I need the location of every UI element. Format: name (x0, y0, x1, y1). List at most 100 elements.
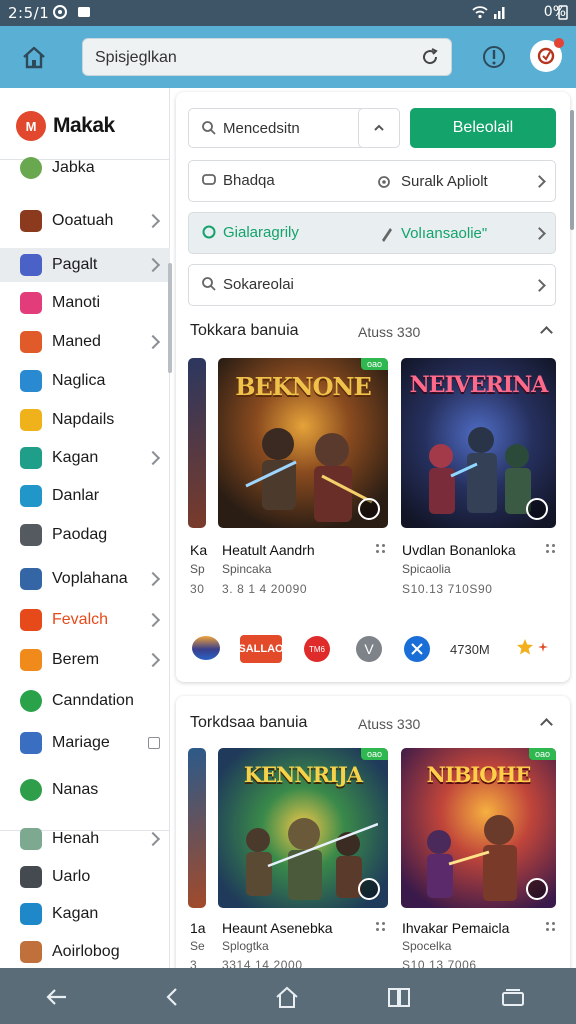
sidebar: M Makak Jabka Ooatuah Pagalt Manoti Maned Nag… (0, 88, 172, 969)
sidebar-item[interactable]: Jabka (0, 151, 170, 185)
search-button[interactable]: Beleolail (410, 108, 556, 148)
game-title: Heatult Aandrh (222, 542, 315, 558)
sidebar-item-label: Aoirlobog (52, 943, 120, 960)
profile-icon (537, 47, 555, 65)
game-title: 1a (190, 920, 206, 936)
play-icon[interactable] (526, 878, 548, 900)
clock: 2:5/1 (8, 4, 50, 22)
sidebar-item[interactable]: Danlar (0, 479, 170, 513)
player-count: 4730M (450, 642, 490, 657)
search-icon (202, 277, 216, 291)
play-icon[interactable] (526, 498, 548, 520)
chevron-right-icon (533, 175, 546, 188)
more-options-icon[interactable] (376, 922, 386, 932)
search-input-text: Mencedsitn (223, 120, 300, 137)
sidebar-item[interactable]: Henah (0, 822, 170, 856)
sidebar-item-icon (20, 732, 42, 754)
publisher-logo-2[interactable]: SALLAO (238, 635, 284, 663)
notification-badge (554, 38, 564, 48)
browser-toolbar: Spisjeglkan (0, 26, 576, 88)
sidebar-item[interactable]: Fevalch (0, 603, 170, 637)
play-icon[interactable] (358, 878, 380, 900)
info-icon[interactable] (480, 42, 508, 72)
sidebar-item[interactable]: Kagan (0, 441, 170, 475)
back-arrow-icon[interactable] (44, 984, 70, 1010)
chevron-right-icon (145, 334, 161, 350)
sidebar-item-icon (20, 649, 42, 671)
publisher-logo-4[interactable]: V (356, 636, 382, 662)
new-badge: oao (360, 358, 388, 370)
sidebar-item[interactable]: Uarlo (0, 860, 170, 894)
more-options-icon[interactable] (376, 544, 386, 554)
battery-icon (558, 5, 568, 20)
cover-title: BEKNONE (235, 372, 372, 401)
reload-icon[interactable] (419, 46, 441, 68)
sidebar-item-label: Uarlo (52, 868, 91, 885)
collapse-icon[interactable] (540, 326, 553, 339)
sidebar-item[interactable]: Aoirlobog (0, 935, 170, 969)
game-subtitle: Spincaka (222, 562, 272, 576)
bookmarks-icon[interactable] (386, 984, 412, 1010)
game-price: 30 (190, 582, 205, 596)
publisher-logo-1[interactable] (192, 636, 220, 660)
sidebar-item[interactable]: Kagan (0, 897, 170, 931)
sidebar-item[interactable]: Berem (0, 643, 170, 677)
home-icon[interactable] (18, 42, 50, 74)
sidebar-item-label: Kagan (52, 449, 99, 466)
sidebar-item[interactable]: Manoti (0, 286, 170, 320)
sidebar-item[interactable]: Canndation (0, 684, 170, 718)
game-price: 3. 8 1 4 20090 (222, 582, 308, 596)
sidebar-item-icon (20, 157, 42, 179)
star-icon[interactable] (516, 638, 534, 656)
chevron-left-icon[interactable] (160, 984, 186, 1010)
game-cover-partial[interactable] (188, 748, 206, 908)
category-selector[interactable]: Bhadqa Suralk Apliolt (188, 160, 556, 202)
address-bar[interactable]: Spisjeglkan (82, 38, 452, 76)
chevron-right-icon (145, 213, 161, 229)
filter-selector[interactable]: Gialaragrily Volıansaolie" (188, 212, 556, 254)
sidebar-item[interactable]: Nanas (0, 773, 170, 807)
sidebar-item[interactable]: Maned (0, 325, 170, 359)
publisher-logo-5[interactable] (404, 636, 430, 662)
more-options-icon[interactable] (546, 544, 556, 554)
game-section-card: Torkdsaa banuia Atuss 330 1a Se 3 1 KENN… (176, 696, 570, 986)
page-scrollbar[interactable] (570, 110, 574, 230)
gear-icon (378, 176, 390, 188)
category-left-text: Bhadqa (223, 172, 275, 189)
game-cover[interactable]: KENNRIJA oao (218, 748, 388, 908)
sidebar-item-icon (20, 690, 42, 712)
sidebar-item[interactable]: Naglica (0, 364, 170, 398)
game-cover[interactable]: NEIVERINA (401, 358, 556, 528)
brand-name: Makak (53, 114, 115, 137)
notification-icon (53, 5, 67, 19)
secondary-search[interactable]: Sokareolai (188, 264, 556, 306)
play-icon[interactable] (358, 498, 380, 520)
brand[interactable]: M Makak (16, 110, 115, 142)
game-cover-partial[interactable] (188, 358, 206, 528)
game-cover[interactable]: BEKNONE oao (218, 358, 388, 528)
home-icon[interactable] (274, 984, 300, 1010)
collapse-icon[interactable] (540, 718, 553, 731)
swap-button[interactable] (358, 108, 400, 148)
sidebar-scrollbar[interactable] (168, 263, 172, 373)
profile-avatar[interactable] (530, 38, 564, 72)
sidebar-item[interactable]: Voplahana (0, 562, 170, 596)
message-icon (202, 174, 216, 185)
more-options-icon[interactable] (546, 922, 556, 932)
chevron-right-icon (145, 571, 161, 587)
sidebar-item-icon (20, 524, 42, 546)
sidebar-item[interactable]: Paodag (0, 518, 170, 552)
publisher-logo-3[interactable]: TM6 (304, 636, 330, 662)
section-title: Tokkara banuia (190, 322, 299, 339)
sidebar-item[interactable]: Napdails (0, 403, 170, 437)
sidebar-item[interactable]: Ooatuah (0, 204, 170, 238)
cover-title: NEIVERINA (409, 372, 549, 398)
tabs-icon[interactable] (500, 984, 526, 1010)
checkbox[interactable] (148, 737, 160, 749)
game-cover[interactable]: NIBIOHE oao (401, 748, 556, 908)
sidebar-item[interactable]: Mariage (0, 726, 170, 760)
chevron-right-icon (145, 257, 161, 273)
sidebar-item[interactable]: Pagalt (0, 248, 170, 282)
sidebar-item-icon (20, 568, 42, 590)
sidebar-item-label: Pagalt (52, 256, 98, 273)
